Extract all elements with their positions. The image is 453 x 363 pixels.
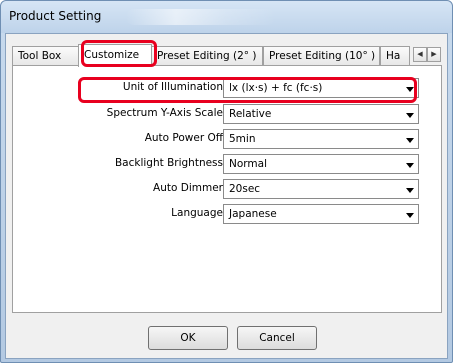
dropdown-arrow-icon (406, 213, 414, 218)
auto-power-off-label: Auto Power Off (144, 132, 223, 144)
backlight-brightness-value: Normal (229, 158, 267, 170)
dropdown-arrow-icon (406, 163, 414, 168)
auto-dimmer-label: Auto Dimmer (153, 182, 223, 194)
customize-tab-panel: Unit of Illumination lx (lx·s) + fc (fc·… (12, 65, 442, 313)
setting-row-unit-of-illumination: Unit of Illumination lx (lx·s) + fc (fc·… (13, 78, 443, 98)
tab-preset-editing-2[interactable]: Preset Editing (2° ) (151, 46, 263, 66)
tab-preset-editing-10[interactable]: Preset Editing (10° ) (263, 46, 380, 66)
blurred-title-region (126, 9, 276, 25)
language-select[interactable]: Japanese (223, 204, 419, 224)
setting-row-auto-dimmer: Auto Dimmer 20sec (13, 179, 443, 199)
auto-power-off-value: 5min (229, 133, 256, 145)
product-setting-dialog: Product Setting Tool Box Customize Prese… (0, 0, 453, 363)
tab-scroll-right-button[interactable]: ▶ (427, 47, 441, 62)
dialog-client-area: Tool Box Customize Preset Editing (2° ) … (5, 33, 448, 359)
auto-dimmer-value: 20sec (229, 183, 261, 195)
spectrum-y-axis-scale-select[interactable]: Relative (223, 104, 419, 124)
backlight-brightness-label: Backlight Brightness (114, 157, 223, 169)
dropdown-arrow-icon (406, 188, 414, 193)
auto-dimmer-select[interactable]: 20sec (223, 179, 419, 199)
backlight-brightness-select[interactable]: Normal (223, 154, 419, 174)
setting-row-spectrum-y-axis-scale: Spectrum Y-Axis Scale Relative (13, 104, 443, 124)
cancel-button[interactable]: Cancel (237, 326, 317, 350)
unit-of-illumination-select[interactable]: lx (lx·s) + fc (fc·s) (223, 78, 419, 98)
unit-of-illumination-value: lx (lx·s) + fc (fc·s) (229, 82, 323, 94)
auto-power-off-select[interactable]: 5min (223, 129, 419, 149)
setting-row-language: Language Japanese (13, 204, 443, 224)
tab-scroll-left-button[interactable]: ◀ (413, 47, 427, 62)
tab-customize[interactable]: Customize (78, 44, 152, 67)
spectrum-y-axis-scale-label: Spectrum Y-Axis Scale (106, 107, 223, 119)
title-bar[interactable]: Product Setting (1, 1, 452, 33)
tab-ha-truncated[interactable]: Ha (380, 46, 410, 66)
language-label: Language (171, 207, 223, 219)
dropdown-arrow-icon (406, 138, 414, 143)
setting-row-backlight-brightness: Backlight Brightness Normal (13, 154, 443, 174)
dropdown-arrow-icon (406, 113, 414, 118)
setting-row-auto-power-off: Auto Power Off 5min (13, 129, 443, 149)
arrow-right-icon: ▶ (431, 50, 437, 58)
tab-tool-box[interactable]: Tool Box (12, 46, 80, 66)
unit-of-illumination-label: Unit of Illumination (122, 81, 223, 93)
window-title: Product Setting (9, 9, 102, 23)
ok-button[interactable]: OK (148, 326, 228, 350)
dropdown-arrow-icon (406, 87, 414, 92)
language-value: Japanese (229, 208, 277, 220)
arrow-left-icon: ◀ (417, 50, 423, 58)
spectrum-y-axis-scale-value: Relative (229, 108, 272, 120)
tab-strip: Tool Box Customize Preset Editing (2° ) … (12, 44, 442, 67)
